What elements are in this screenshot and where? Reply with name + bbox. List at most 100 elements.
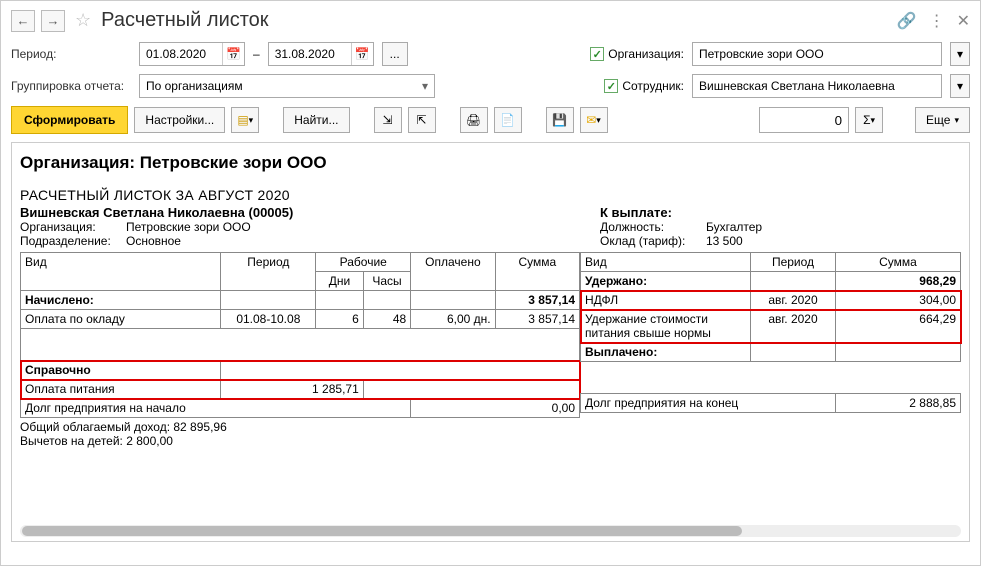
date-to-input[interactable]: 📅 xyxy=(268,42,374,66)
date-from-input[interactable]: 📅 xyxy=(139,42,245,66)
date-to-field[interactable] xyxy=(269,45,351,63)
post-val: Бухгалтер xyxy=(706,220,762,234)
emp-select[interactable]: Вишневская Светлана Николаевна xyxy=(692,74,942,98)
close-icon[interactable]: ✕ xyxy=(957,11,970,31)
nav-forward-button[interactable]: → xyxy=(41,10,65,32)
col-period: Период xyxy=(221,253,316,291)
col-summa-r: Сумма xyxy=(836,253,961,272)
sigma-icon: Σ xyxy=(863,113,870,127)
chevron-down-icon: ▾ xyxy=(954,115,959,126)
ref-label: Справочно xyxy=(21,361,221,380)
layers-icon: ▤ xyxy=(237,113,248,127)
print-button[interactable]: 🖨 xyxy=(460,107,488,133)
to-pay-label: К выплате: xyxy=(600,205,961,220)
link-icon[interactable]: 🔗 xyxy=(897,11,917,31)
rate-val: 13 500 xyxy=(706,234,743,248)
debt-start-label: Долг предприятия на начало xyxy=(21,399,411,418)
settings-variants-button[interactable]: ▤▾ xyxy=(231,107,259,133)
find-button[interactable]: Найти... xyxy=(283,107,349,133)
row-chasy: 48 xyxy=(363,310,410,329)
sum-input[interactable] xyxy=(759,107,849,133)
form-button[interactable]: Сформировать xyxy=(11,106,128,134)
org-value: Петровские зори ООО xyxy=(699,47,824,61)
emp-value: Вишневская Светлана Николаевна xyxy=(699,79,895,93)
debt-end-label: Долг предприятия на конец xyxy=(581,394,836,413)
row-dni: 6 xyxy=(316,310,363,329)
horizontal-scrollbar[interactable] xyxy=(20,525,961,537)
ded-vid2: Удержание стоимости питания свыше нормы xyxy=(581,310,751,343)
checkmark-icon: ✓ xyxy=(604,79,618,93)
calendar-icon[interactable]: 📅 xyxy=(222,43,244,65)
nav-back-button[interactable]: ← xyxy=(11,10,35,32)
favorite-star-icon[interactable]: ☆ xyxy=(75,10,91,31)
expand-icon: ⇲ xyxy=(382,113,392,127)
mail-icon: ✉ xyxy=(586,113,596,127)
row-vid: Оплата по окладу xyxy=(21,310,221,329)
org-val: Петровские зори ООО xyxy=(126,220,251,234)
date-dash: – xyxy=(253,47,260,61)
employee-name: Вишневская Светлана Николаевна (00005) xyxy=(20,205,580,220)
row-period: 01.08-10.08 xyxy=(221,310,316,329)
settings-button[interactable]: Настройки... xyxy=(134,107,225,133)
collapse-icon: ⇱ xyxy=(416,113,426,127)
debt-start-val: 0,00 xyxy=(411,399,580,418)
emp-dropdown-button[interactable]: ▾ xyxy=(950,74,970,98)
scrollbar-thumb[interactable] xyxy=(22,526,742,536)
accrued-total: 3 857,14 xyxy=(495,291,579,310)
ded-vid: НДФЛ xyxy=(581,291,751,310)
debt-end-val: 2 888,85 xyxy=(836,394,961,413)
ref-sum: 1 285,71 xyxy=(221,380,363,399)
org-checkbox[interactable]: ✓ Организация: xyxy=(590,47,684,61)
col-summa: Сумма xyxy=(495,253,579,291)
chevron-down-icon: ▾ xyxy=(249,115,254,126)
table-row: Оплата питания 1 285,71 xyxy=(21,380,580,399)
org-header: Организация: Петровские зори ООО xyxy=(20,153,961,173)
table-row: НДФЛ авг. 2020 304,00 xyxy=(581,291,961,310)
row-opl: 6,00 дн. xyxy=(411,310,495,329)
grouping-value: По организациям xyxy=(146,79,243,93)
ded-sum: 304,00 xyxy=(836,291,961,310)
send-button[interactable]: ✉▾ xyxy=(580,107,608,133)
checkmark-icon: ✓ xyxy=(590,47,604,61)
table-row: Оплата по окладу 01.08-10.08 6 48 6,00 д… xyxy=(21,310,580,329)
post-key: Должность: xyxy=(600,220,700,234)
expand-button[interactable]: ⇲ xyxy=(374,107,402,133)
report-area: Организация: Петровские зори ООО РАСЧЕТН… xyxy=(11,142,970,542)
dep-key: Подразделение: xyxy=(20,234,120,248)
org-dropdown-button[interactable]: ▾ xyxy=(950,42,970,66)
footer-deductions: Вычетов на детей: 2 800,00 xyxy=(20,434,961,448)
deducted-total: 968,29 xyxy=(836,272,961,291)
sigma-button[interactable]: Σ▾ xyxy=(855,107,883,133)
reference-header-row: Справочно xyxy=(21,361,580,380)
print-icon: 🖨 xyxy=(466,113,481,127)
collapse-button[interactable]: ⇱ xyxy=(408,107,436,133)
chevron-down-icon: ▾ xyxy=(422,79,428,93)
table-row: Удержание стоимости питания свыше нормы … xyxy=(581,310,961,343)
deducted-label: Удержано: xyxy=(581,272,751,291)
more-menu-icon[interactable]: ⋮ xyxy=(929,11,945,31)
col-period-r: Период xyxy=(751,253,836,272)
deductions-table: Вид Период Сумма Удержано: 968,29 НДФЛ а… xyxy=(580,252,961,413)
org-select[interactable]: Петровские зори ООО xyxy=(692,42,942,66)
save-button[interactable]: 💾 xyxy=(546,107,574,133)
col-dni: Дни xyxy=(316,272,363,291)
accruals-table: Вид Период Рабочие Оплачено Сумма Дни Ча… xyxy=(20,252,580,418)
window-title: Расчетный листок xyxy=(101,9,891,32)
paid-label: Выплачено: xyxy=(581,343,751,362)
dep-val: Основное xyxy=(126,234,181,248)
period-label: Период: xyxy=(11,47,131,61)
ded-period2: авг. 2020 xyxy=(751,310,836,343)
grouping-select[interactable]: По организациям ▾ xyxy=(139,74,435,98)
col-rabochie: Рабочие xyxy=(316,253,411,272)
ref-vid: Оплата питания xyxy=(21,380,221,399)
preview-button[interactable]: 📄 xyxy=(494,107,522,133)
date-from-field[interactable] xyxy=(140,45,222,63)
emp-checkbox[interactable]: ✓ Сотрудник: xyxy=(604,79,684,93)
diskette-icon: 💾 xyxy=(552,113,567,127)
more-button[interactable]: Еще▾ xyxy=(915,107,970,133)
accrued-label: Начислено: xyxy=(21,291,221,310)
chevron-down-icon: ▾ xyxy=(957,47,963,61)
calendar-icon[interactable]: 📅 xyxy=(351,43,373,65)
period-picker-button[interactable]: ... xyxy=(382,42,408,66)
page-icon: 📄 xyxy=(500,113,515,127)
